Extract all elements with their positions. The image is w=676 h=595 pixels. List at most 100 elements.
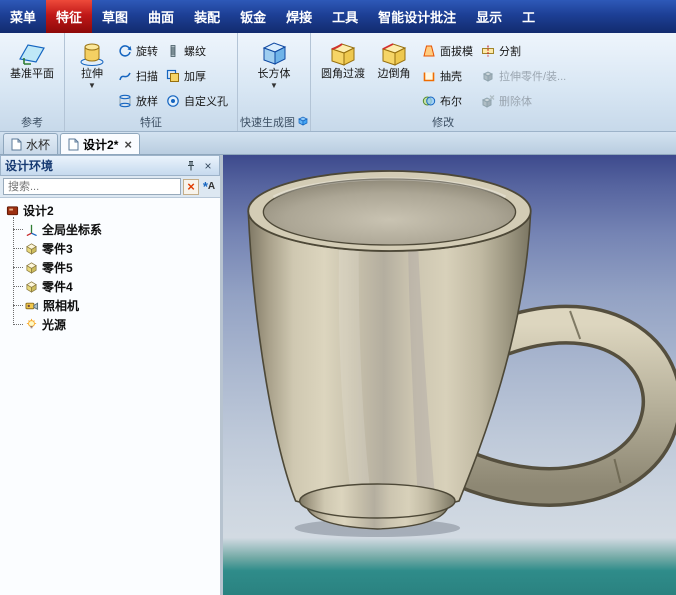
tree-item-camera[interactable]: 照相机 <box>13 296 220 315</box>
draft-button[interactable]: 面拔模 <box>418 38 477 63</box>
shell-label: 抽壳 <box>440 70 462 83</box>
extrude-button[interactable]: 拉伸 ▼ <box>70 36 114 114</box>
clear-search-icon[interactable]: × <box>183 178 199 195</box>
ribbon-group-modify: 圆角过渡 边倒角 面拔模 抽壳 布尔 分割 拉伸零件/装... 删除体 修改 <box>311 33 575 131</box>
group-label-modify: 修改 <box>311 114 575 130</box>
group-label-feature: 特征 <box>65 114 237 130</box>
menu-item-surface[interactable]: 曲面 <box>138 0 184 33</box>
revolve-button[interactable]: 旋转 <box>114 38 162 63</box>
dropdown-arrow-icon[interactable]: ▼ <box>270 82 278 90</box>
extrude-label: 拉伸 <box>81 68 103 80</box>
clear-search-glyph: × <box>187 179 195 194</box>
menu-item-assembly[interactable]: 装配 <box>184 0 230 33</box>
extrude-part-icon <box>481 69 495 83</box>
menu-item-smart-annotation[interactable]: 智能设计批注 <box>368 0 466 33</box>
menu-item-menu[interactable]: 菜单 <box>0 0 46 33</box>
main-area: 设计环境 × × *A <box>0 155 676 595</box>
thread-button[interactable]: 螺纹 <box>162 38 232 63</box>
ribbon-group-quick-gen: 长方体 ▼ 快速生成图 <box>238 33 311 131</box>
revolve-icon <box>118 44 132 58</box>
search-input[interactable] <box>3 178 181 195</box>
menu-item-sketch[interactable]: 草图 <box>92 0 138 33</box>
tree-root-design2[interactable]: 设计2 <box>3 201 220 220</box>
shell-button[interactable]: 抽壳 <box>418 63 477 88</box>
tree-item-part4[interactable]: 零件4 <box>13 277 220 296</box>
ribbon-group-reference: 基准平面 参考 <box>0 33 65 131</box>
datum-plane-label: 基准平面 <box>10 68 54 80</box>
quick-gen-group-icon <box>298 116 308 129</box>
delete-body-icon <box>481 94 495 108</box>
chamfer-button[interactable]: 边倒角 <box>370 36 418 114</box>
doc-tab-design2[interactable]: 设计2* × <box>60 133 140 154</box>
tree-item-light-source[interactable]: 光源 <box>13 315 220 334</box>
mug-3d-model[interactable] <box>223 155 676 595</box>
draft-icon <box>422 44 436 58</box>
close-panel-icon[interactable]: × <box>201 159 215 173</box>
tree-item-coordinate-system[interactable]: 全局坐标系 <box>13 220 220 239</box>
thicken-icon <box>166 69 180 83</box>
tree-item-label: 零件5 <box>42 261 73 275</box>
doc-tab-label: 设计2* <box>83 137 119 152</box>
extrude-part-label: 拉伸零件/装... <box>499 70 567 83</box>
menu-item-tools[interactable]: 工具 <box>322 0 368 33</box>
menu-item-display[interactable]: 显示 <box>466 0 512 33</box>
tree-root-label: 设计2 <box>23 204 54 218</box>
loft-button[interactable]: 放样 <box>114 88 162 113</box>
ribbon: 基准平面 参考 拉伸 ▼ 旋转 扫描 放样 螺纹 加厚 自定义孔 特征 长方体 … <box>0 33 676 132</box>
modify-small-column-1: 面拔模 抽壳 布尔 <box>418 36 477 113</box>
search-options-icon[interactable]: * A <box>201 179 217 195</box>
light-icon <box>25 318 38 331</box>
datum-plane-button[interactable]: 基准平面 <box>5 36 59 114</box>
box-button[interactable]: 长方体 ▼ <box>243 36 305 114</box>
thicken-button[interactable]: 加厚 <box>162 63 232 88</box>
sweep-icon <box>118 69 132 83</box>
split-label: 分割 <box>499 45 521 58</box>
ribbon-group-feature: 拉伸 ▼ 旋转 扫描 放样 螺纹 加厚 自定义孔 特征 <box>65 33 238 131</box>
menu-item-partial[interactable]: 工 <box>512 0 545 33</box>
boolean-icon <box>422 94 436 108</box>
doc-tab-water-cup[interactable]: 水杯 <box>3 133 59 154</box>
panel-title: 设计环境 <box>5 159 54 173</box>
datum-plane-icon <box>17 39 47 67</box>
shell-icon <box>422 69 436 83</box>
custom-hole-button[interactable]: 自定义孔 <box>162 88 232 113</box>
pin-icon[interactable] <box>184 159 198 173</box>
group-label-quick-gen: 快速生成图 <box>238 114 310 130</box>
feature-small-column-2: 螺纹 加厚 自定义孔 <box>162 36 232 113</box>
box-icon <box>259 39 289 67</box>
chamfer-icon <box>379 39 409 67</box>
custom-hole-label: 自定义孔 <box>184 95 228 108</box>
delete-body-button[interactable]: 删除体 <box>477 88 570 113</box>
thicken-label: 加厚 <box>184 70 206 83</box>
group-label-modify-text: 修改 <box>432 117 455 129</box>
boolean-label: 布尔 <box>440 95 462 108</box>
menu-item-welding[interactable]: 焊接 <box>276 0 322 33</box>
document-icon <box>68 138 79 151</box>
fillet-button[interactable]: 圆角过渡 <box>316 36 370 114</box>
part-icon <box>25 261 38 274</box>
close-tab-icon[interactable]: × <box>124 138 132 151</box>
modify-small-column-2: 分割 拉伸零件/装... 删除体 <box>477 36 570 113</box>
viewport-3d[interactable] <box>223 155 676 595</box>
chamfer-label: 边倒角 <box>377 68 411 80</box>
split-button[interactable]: 分割 <box>477 38 570 63</box>
search-row: × *A <box>0 176 220 198</box>
sweep-button[interactable]: 扫描 <box>114 63 162 88</box>
menu-item-sheetmetal[interactable]: 钣金 <box>230 0 276 33</box>
tree-item-part3[interactable]: 零件3 <box>13 239 220 258</box>
tree-item-label: 照相机 <box>43 299 80 313</box>
dropdown-arrow-icon[interactable]: ▼ <box>88 82 96 90</box>
fillet-icon <box>328 39 358 67</box>
sweep-label: 扫描 <box>136 70 158 83</box>
document-icon <box>11 138 22 151</box>
tree-item-part5[interactable]: 零件5 <box>13 258 220 277</box>
thread-icon <box>166 44 180 58</box>
extrude-part-button[interactable]: 拉伸零件/装... <box>477 63 570 88</box>
panel-header: 设计环境 × <box>0 155 220 176</box>
custom-hole-icon <box>166 94 180 108</box>
boolean-button[interactable]: 布尔 <box>418 88 477 113</box>
camera-icon <box>25 299 39 312</box>
group-label-feature-text: 特征 <box>140 117 162 129</box>
split-icon <box>481 44 495 58</box>
menu-item-feature[interactable]: 特征 <box>46 0 93 33</box>
